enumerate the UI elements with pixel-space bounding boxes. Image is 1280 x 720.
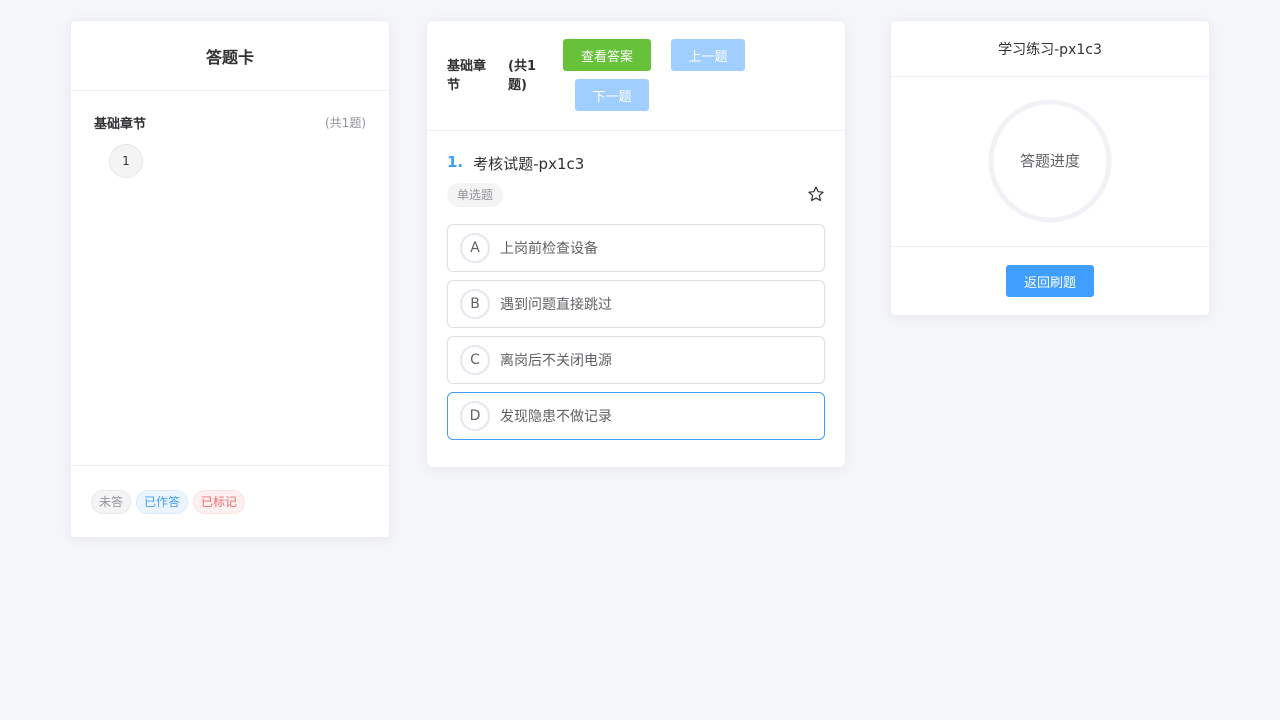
option-text: 遇到问题直接跳过 (500, 297, 612, 313)
option-letter: B (460, 289, 490, 319)
practice-title: 学习练习-px1c3 (891, 21, 1209, 77)
option-a[interactable]: A 上岗前检查设备 (447, 224, 825, 272)
chapter-count: (共1题) (508, 59, 536, 93)
question-panel: 基础章节 (共1题) 查看答案 上一题 下一题 1. 考核试题-px1c3 单选… (426, 20, 846, 468)
question-number-button[interactable]: 1 (109, 144, 143, 178)
question-number: 1. (447, 153, 464, 171)
answer-card-panel: 答题卡 基础章节 (共1题) 1 未答 已作答 已标记 (70, 20, 390, 538)
prev-question-button[interactable]: 上一题 (671, 39, 745, 71)
section-header: 基础章节 (共1题) (71, 113, 389, 132)
option-d[interactable]: D 发现隐患不做记录 (447, 392, 825, 440)
next-question-button[interactable]: 下一题 (575, 79, 649, 111)
section-count: (共1题) (325, 116, 366, 130)
view-answer-button[interactable]: 查看答案 (563, 39, 651, 71)
progress-label: 答题进度 (1019, 152, 1080, 170)
section-title: 基础章节 (94, 117, 147, 132)
option-letter: D (460, 401, 490, 431)
back-to-practice-button[interactable]: 返回刷题 (1006, 265, 1094, 297)
legend-bar: 未答 已作答 已标记 (71, 465, 389, 537)
option-text: 上岗前检查设备 (500, 241, 598, 257)
option-text: 离岗后不关闭电源 (500, 353, 612, 369)
progress-area: 答题进度 (891, 77, 1209, 247)
legend-unanswered: 未答 (91, 489, 132, 514)
legend-marked: 已标记 (193, 489, 246, 514)
chapter-name: 基础章节 (447, 59, 487, 93)
question-type-tag: 单选题 (447, 183, 504, 207)
question-title: 1. 考核试题-px1c3 (447, 153, 584, 174)
answer-card-title: 答题卡 (71, 21, 389, 91)
star-outline-icon[interactable] (807, 185, 825, 203)
option-b[interactable]: B 遇到问题直接跳过 (447, 280, 825, 328)
question-text: 考核试题-px1c3 (473, 155, 585, 173)
practice-panel: 学习练习-px1c3 答题进度 返回刷题 (890, 20, 1210, 316)
option-letter: A (460, 233, 490, 263)
option-text: 发现隐患不做记录 (500, 409, 612, 425)
question-toolbar: 基础章节 (共1题) 查看答案 上一题 下一题 (427, 21, 845, 131)
legend-answered: 已作答 (136, 489, 189, 514)
option-c[interactable]: C 离岗后不关闭电源 (447, 336, 825, 384)
option-letter: C (460, 345, 490, 375)
